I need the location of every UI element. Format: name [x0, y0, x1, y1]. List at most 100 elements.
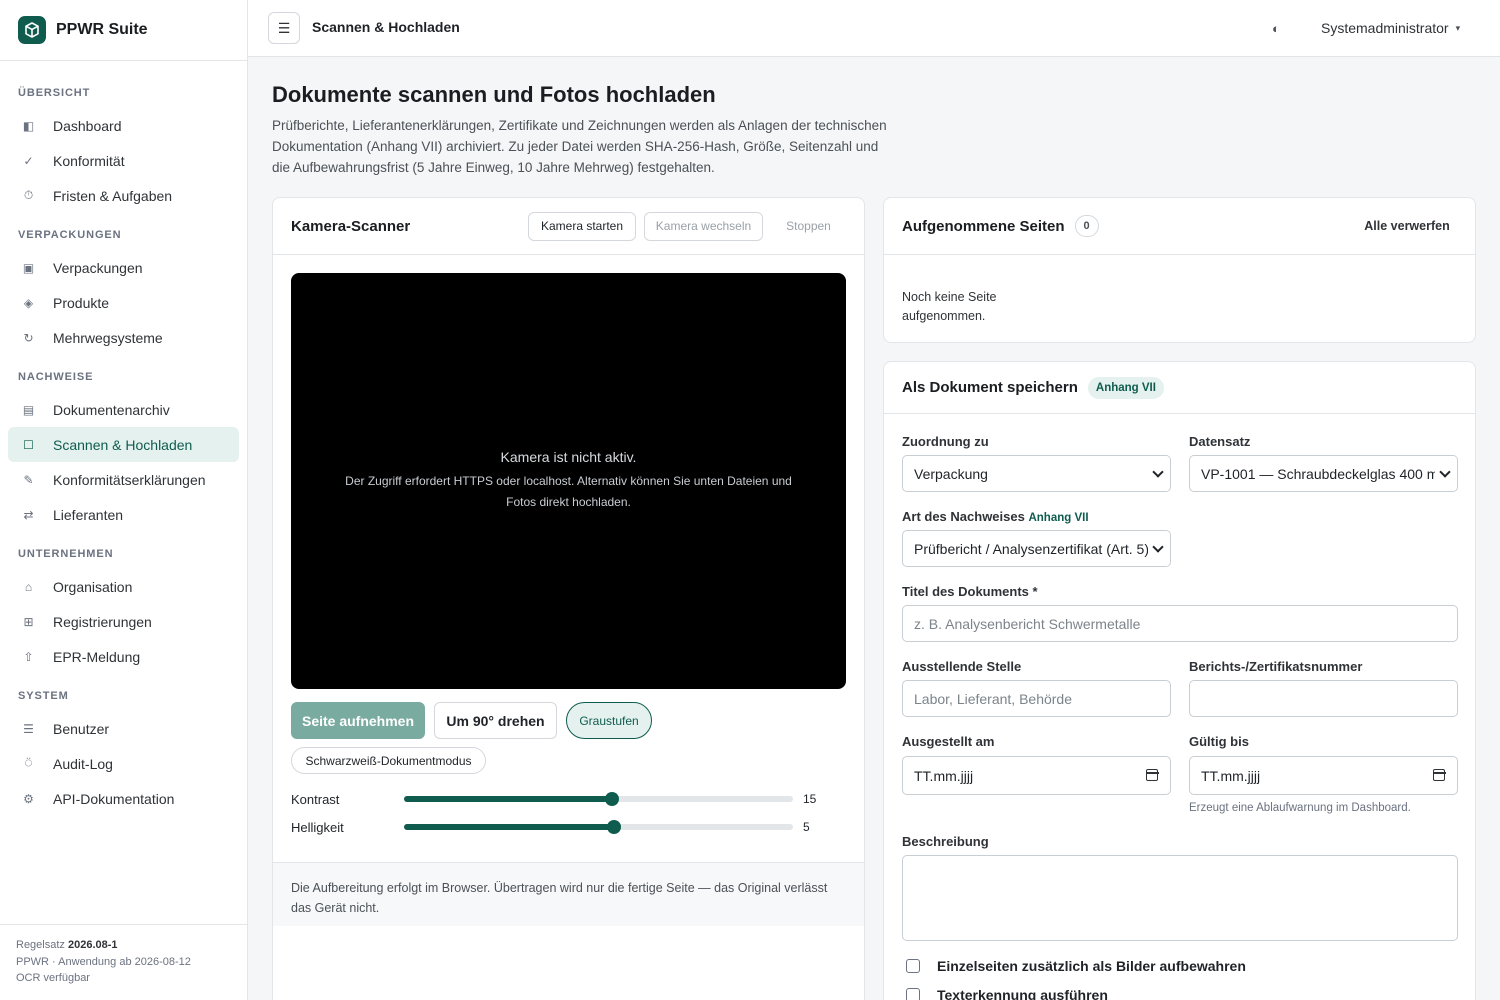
sidebar-item-scannen-hochladen[interactable]: ☐ Scannen & Hochladen [8, 427, 239, 462]
ocr-option[interactable]: Texterkennung ausführen [906, 987, 1108, 1000]
sidebar-item-konformitätserklärungen[interactable]: ✎ Konformitätserklärungen [8, 462, 239, 497]
sidebar-item-epr-meldung[interactable]: ⇧ EPR-Meldung [8, 639, 239, 674]
nav-section-title: UNTERNEHMEN [18, 548, 114, 560]
nav-section-title: NACHWEISE [18, 371, 94, 383]
switch-camera-button[interactable]: Kamera wechseln [644, 211, 763, 241]
save-card-header: Als Dokument speichern Anhang VII [884, 362, 1475, 414]
contrast-fill [404, 796, 613, 802]
sidebar: PPWR Suite ÜBERSICHT ◧ Dashboard ✓ Konformit… [0, 0, 248, 1000]
reuse-icon: ↻ [23, 330, 34, 345]
timer-icon: ⏱ [23, 188, 34, 202]
user-name: Systemadministrator [1321, 20, 1449, 36]
brightness-thumb[interactable] [606, 820, 621, 834]
contrast-thumb[interactable] [605, 792, 620, 806]
ruleset-label: Regelsatz [16, 939, 65, 951]
cube-icon [18, 16, 46, 44]
valid-until-label: Gültig bis [1189, 734, 1249, 749]
sidebar-item-mehrwegsysteme[interactable]: ↻ Mehrwegsysteme [8, 320, 239, 355]
sidebar-item-label: Dokumentenarchiv [53, 401, 170, 418]
calendar-icon[interactable] [1432, 769, 1446, 781]
scan-icon: ☐ [23, 437, 34, 452]
valid-until-input[interactable]: TT.mm.jjjj [1189, 756, 1458, 795]
users-icon: ☰ [23, 721, 34, 736]
keep-pages-option[interactable]: Einzelseiten zusätzlich als Bilder aufbe… [906, 958, 1246, 974]
contrast-label: Kontrast [291, 792, 340, 807]
sidebar-item-verpackungen[interactable]: ▣ Verpackungen [8, 250, 239, 285]
sidebar-item-lieferanten[interactable]: ⇄ Lieferanten [8, 497, 239, 532]
ocr-checkbox[interactable] [906, 988, 920, 1000]
sidebar-item-audit-log[interactable]: ⍥ Audit-Log [8, 746, 239, 781]
app-name: PPWR Suite [56, 21, 148, 38]
scanner-card-header: Kamera-Scanner Kamera starten Kamera wec… [273, 198, 864, 255]
sidebar-item-label: Scannen & Hochladen [53, 436, 193, 453]
rotate-button[interactable]: Um 90° drehen [434, 702, 557, 739]
sidebar-item-produkte[interactable]: ◈ Produkte [8, 285, 239, 320]
package-icon: ▣ [22, 260, 35, 275]
issued-date-label: Ausgestellt am [902, 734, 995, 749]
sidebar-item-api-dokumentation[interactable]: ⚙ API-Dokumentation [8, 781, 239, 816]
keep-pages-checkbox[interactable] [906, 959, 920, 973]
nav-section-title: SYSTEM [18, 690, 69, 702]
save-document-card: Als Dokument speichern Anhang VII Zuordn… [883, 361, 1476, 1000]
annex-tag: Anhang VII [1028, 512, 1089, 524]
dataset-label: Datensatz [1189, 434, 1251, 449]
sidebar-footer: Regelsatz 2026.08-1 PPWR · Anwendung ab … [0, 924, 247, 1000]
brand[interactable]: PPWR Suite [0, 0, 247, 61]
sidebar-item-label: Benutzer [53, 720, 110, 737]
assign-select-value: Verpackung [914, 465, 988, 482]
discard-all-button[interactable]: Alle verwerfen [1357, 211, 1457, 241]
dataset-select[interactable]: VP-1001 — Schraubdeckelglas 400 ml [1189, 455, 1458, 492]
sidebar-item-label: Mehrwegsysteme [53, 329, 163, 346]
evidence-type-label-text: Art des Nachweises [902, 509, 1025, 524]
ocr-label: Texterkennung ausführen [937, 987, 1108, 1000]
scanner-footer-note: Die Aufbereitung erfolgt im Browser. Übe… [273, 862, 864, 926]
chevron-down-icon: ▾ [1455, 22, 1461, 33]
menu-toggle-button[interactable]: ☰ [268, 12, 300, 44]
sidebar-item-label: Konformität [53, 152, 125, 169]
capture-page-button[interactable]: Seite aufnehmen [291, 702, 425, 739]
report-number-input[interactable] [1189, 680, 1458, 717]
sidebar-item-konformität[interactable]: ✓ Konformität [8, 143, 239, 178]
valid-until-hint: Erzeugt eine Ablaufwarnung im Dashboard. [1189, 802, 1411, 814]
description-textarea[interactable] [902, 855, 1458, 941]
sidebar-item-dashboard[interactable]: ◧ Dashboard [8, 108, 239, 143]
stop-camera-button[interactable]: Stoppen [771, 211, 846, 241]
nav-section-title: VERPACKUNGEN [18, 229, 122, 241]
sidebar-item-benutzer[interactable]: ☰ Benutzer [8, 711, 239, 746]
theme-toggle-icon[interactable]: ◐ [1272, 21, 1280, 36]
contrast-slider[interactable] [404, 792, 793, 806]
calendar-icon[interactable] [1145, 769, 1159, 781]
scan-controls: Seite aufnehmen Um 90° drehen Graustufen [291, 702, 652, 739]
assign-select[interactable]: Verpackung [902, 455, 1171, 492]
bw-document-mode-toggle[interactable]: Schwarzweiß-Dokumentmodus [291, 747, 486, 774]
sidebar-item-label: Organisation [53, 578, 133, 595]
grayscale-toggle[interactable]: Graustufen [566, 702, 652, 739]
page-count-badge: 0 [1074, 215, 1099, 237]
issued-date-input[interactable]: TT.mm.jjjj [902, 756, 1171, 795]
brightness-slider[interactable] [404, 820, 793, 834]
sidebar-item-label: Konformitätserklärungen [53, 471, 206, 488]
user-menu[interactable]: Systemadministrator ▾ [1321, 20, 1460, 36]
sidebar-item-registrierungen[interactable]: ⊞ Registrierungen [8, 604, 239, 639]
evidence-type-select[interactable]: Prüfbericht / Analysenzertifikat (Art. 5… [902, 530, 1171, 567]
doc-title-input[interactable]: z. B. Analysenbericht Schwermetalle [902, 605, 1458, 642]
api-icon: ⚙ [23, 791, 34, 806]
dataset-select-value: VP-1001 — Schraubdeckelglas 400 ml [1201, 465, 1442, 482]
home-icon: ⌂ [24, 579, 33, 594]
start-camera-button[interactable]: Kamera starten [528, 211, 636, 241]
camera-scanner-card: Kamera-Scanner Kamera starten Kamera wec… [272, 197, 865, 1000]
pen-icon: ✎ [23, 472, 34, 487]
sidebar-item-fristen-aufgaben[interactable]: ⏱ Fristen & Aufgaben [8, 178, 239, 213]
assign-label: Zuordnung zu [902, 434, 989, 449]
brightness-fill [404, 824, 614, 830]
save-title: Als Dokument speichern [902, 379, 1078, 396]
issued-date-value: TT.mm.jjjj [914, 767, 974, 784]
sidebar-item-label: Audit-Log [53, 755, 113, 772]
issuer-input[interactable]: Labor, Lieferant, Behörde [902, 680, 1171, 717]
brightness-value: 5 [803, 820, 810, 834]
sidebar-item-label: API-Dokumentation [53, 790, 175, 807]
ruleset-line: Regelsatz 2026.08-1 [16, 937, 231, 954]
sidebar-item-organisation[interactable]: ⌂ Organisation [8, 569, 239, 604]
evidence-type-label: Art des Nachweises Anhang VII [902, 509, 1089, 524]
sidebar-item-dokumentenarchiv[interactable]: ▤ Dokumentenarchiv [8, 392, 239, 427]
